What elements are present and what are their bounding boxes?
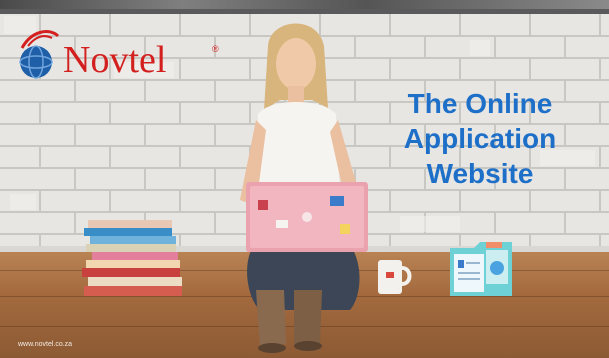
headline-line-3: Website [426, 158, 534, 189]
website-url[interactable]: www.novtel.co.za [18, 341, 72, 348]
document-folder-icon [450, 242, 512, 296]
brand-name: Novtel [63, 39, 167, 81]
headline-line-1: The Online [407, 88, 553, 119]
mug-icon [378, 260, 412, 294]
globe-icon [19, 30, 60, 79]
book-stack-icon [82, 220, 182, 296]
headline-line-2: Application [403, 123, 557, 154]
hero-banner: Novtel ® The Online Application Website … [0, 0, 609, 358]
laptop-icon [246, 182, 368, 252]
headline: The Online Application Website [366, 86, 594, 191]
novtel-logo: Novtel ® [14, 26, 224, 88]
